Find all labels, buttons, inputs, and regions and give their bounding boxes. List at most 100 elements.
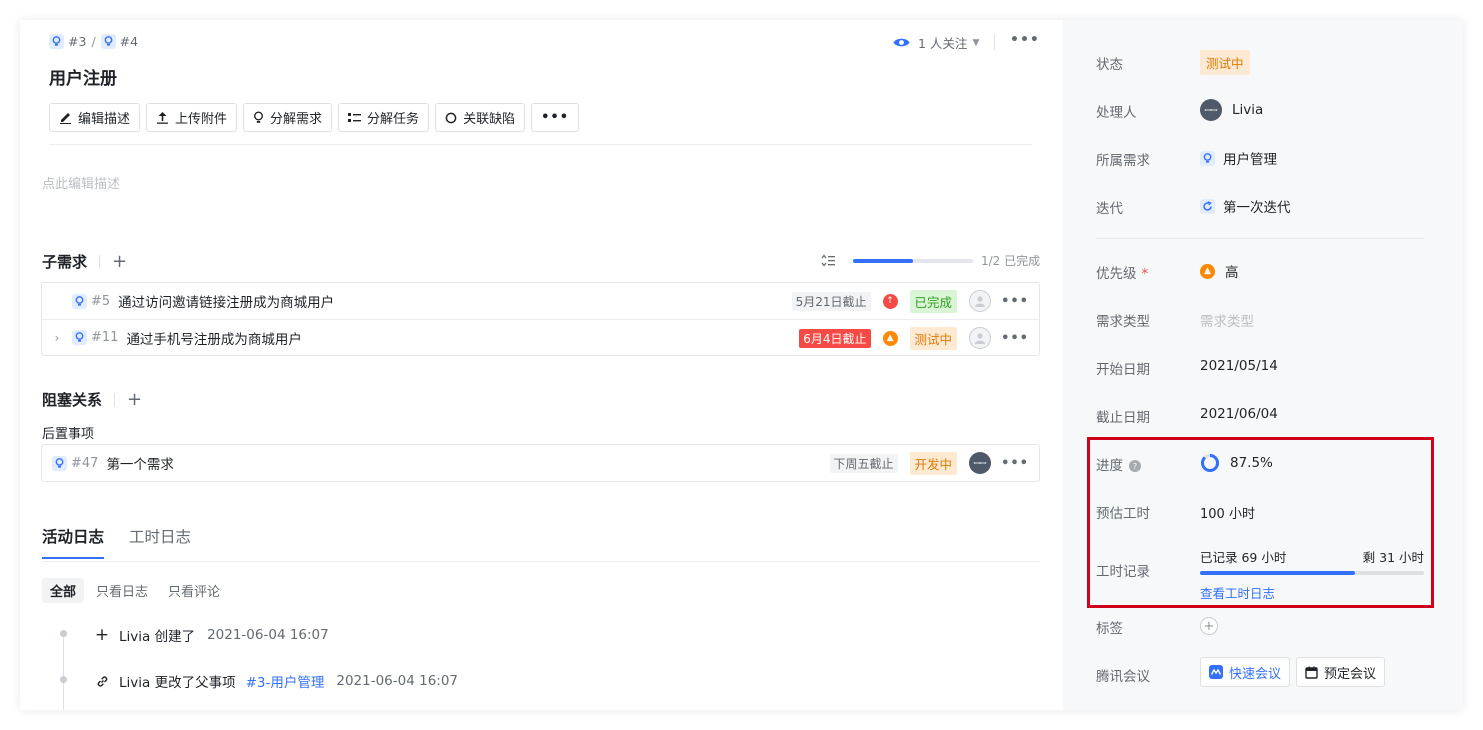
add-subreq-icon[interactable]: +	[112, 252, 127, 271]
due-badge-overdue[interactable]: 6月4日截止	[799, 328, 871, 348]
priority-value[interactable]: ▲ 高	[1200, 261, 1239, 281]
edit-description-button[interactable]: 编辑描述	[49, 103, 141, 132]
tab-worklog[interactable]: 工时日志	[129, 525, 191, 559]
expand-chevron-icon[interactable]: ›	[42, 331, 72, 345]
parent-requirement-label: 所属需求	[1096, 153, 1150, 169]
add-blocking-icon[interactable]: +	[127, 390, 142, 409]
more-options-icon[interactable]: •••	[1001, 456, 1029, 471]
description-placeholder[interactable]: 点此编辑描述	[42, 173, 120, 192]
due-badge[interactable]: 5月21日截止	[791, 291, 871, 311]
timeline-dot	[60, 630, 67, 637]
watch-button[interactable]: 1 人关注 ▼	[893, 33, 979, 52]
item-number: #11	[91, 330, 119, 345]
assignee-label: 处理人	[1096, 105, 1137, 121]
calendar-icon	[1305, 666, 1318, 679]
req-type-select[interactable]: 需求类型	[1200, 310, 1254, 330]
more-options-icon[interactable]: •••	[1001, 331, 1029, 346]
item-meta: 5月21日截止 ↑ 已完成 •••	[791, 283, 1029, 319]
divider	[114, 392, 116, 407]
filter-all[interactable]: 全部	[42, 578, 85, 603]
log-tabs: 活动日志 工时日志	[42, 525, 191, 559]
upload-attachment-button[interactable]: 上传附件	[146, 103, 238, 132]
split-task-button[interactable]: 分解任务	[338, 103, 430, 132]
filter-logs-only[interactable]: 只看日志	[88, 578, 156, 603]
quick-meeting-button[interactable]: 快速会议	[1200, 657, 1291, 687]
requirement-icon	[100, 34, 116, 49]
activity-text: Livia 创建了	[119, 629, 196, 645]
req-type-label: 需求类型	[1096, 314, 1150, 330]
priority-high-icon[interactable]: ▲	[882, 330, 898, 346]
schedule-meeting-button[interactable]: 预定会议	[1296, 657, 1386, 687]
tags-label: 标签	[1096, 621, 1123, 637]
breadcrumb-current: #4	[119, 34, 139, 49]
iteration-value[interactable]: 第一次迭代	[1200, 196, 1291, 216]
requirement-icon	[52, 455, 67, 471]
iteration-name: 第一次迭代	[1223, 200, 1291, 216]
main-panel: #3 / #4 1 人关注 ▼ ••• 用户注册 编辑描述 上传附件 分解需求 …	[20, 20, 1063, 710]
subreq-section-title: 子需求 +	[42, 251, 127, 272]
list-item[interactable]: #5 通过访问邀请链接注册成为商城用户 5月21日截止 ↑ 已完成 •••	[42, 283, 1039, 319]
blocking-section-title: 阻塞关系 +	[42, 389, 142, 410]
link-bug-button[interactable]: 关联缺陷	[435, 103, 526, 132]
requirement-icon	[1200, 150, 1215, 166]
activity-text: Livia 更改了父事项	[119, 675, 236, 691]
status-badge[interactable]: 测试中	[909, 326, 958, 350]
status-badge[interactable]: 测试中	[1200, 50, 1250, 75]
watch-count: 1 人关注	[918, 36, 968, 51]
add-tag-icon[interactable]: +	[1200, 617, 1218, 635]
end-date-value[interactable]: 2021/06/04	[1200, 406, 1278, 422]
due-badge[interactable]: 下周五截止	[829, 453, 898, 473]
divider	[1096, 238, 1424, 239]
item-name[interactable]: 第一个需求	[106, 453, 174, 473]
link-bug-label: 关联缺陷	[463, 112, 516, 127]
activity-item: Livia 更改了父事项 #3-用户管理 2021-06-04 16:07	[95, 671, 458, 691]
avatar[interactable]: ꟷꟷ	[969, 452, 992, 474]
avatar-placeholder-icon[interactable]	[969, 290, 992, 312]
subreq-progress-label: 1/2 已完成	[981, 254, 1041, 268]
blocking-list: #47 第一个需求 下周五截止 开发中 ꟷꟷ •••	[41, 444, 1040, 482]
end-date-label: 截止日期	[1096, 410, 1150, 426]
breadcrumb-separator: /	[91, 34, 96, 49]
split-task-label: 分解任务	[367, 112, 420, 127]
avatar-placeholder-icon[interactable]	[969, 327, 992, 349]
parent-requirement-value[interactable]: 用户管理	[1200, 148, 1277, 168]
activity-link[interactable]: #3-用户管理	[246, 671, 325, 691]
priority-text: 高	[1225, 265, 1239, 281]
meeting-label: 腾讯会议	[1096, 669, 1150, 685]
breadcrumb-parent[interactable]: #3	[68, 34, 86, 49]
split-requirement-button[interactable]: 分解需求	[243, 103, 333, 132]
caret-down-icon: ▼	[972, 37, 980, 48]
status-badge[interactable]: 已完成	[909, 289, 958, 313]
requirement-icon	[49, 34, 64, 49]
avatar: ꟷꟷ	[1200, 99, 1222, 121]
activity-time: 2021-06-04 16:07	[207, 627, 329, 643]
item-name[interactable]: 通过访问邀请链接注册成为商城用户	[118, 291, 334, 311]
more-options-icon[interactable]: •••	[1010, 32, 1040, 48]
start-date-value[interactable]: 2021/05/14	[1200, 358, 1278, 374]
upload-icon	[157, 112, 169, 124]
sort-icon[interactable]	[820, 254, 835, 267]
item-meta: 6月4日截止 ▲ 测试中 •••	[799, 320, 1029, 356]
status-badge[interactable]: 开发中	[909, 451, 958, 475]
meeting-buttons: 快速会议 预定会议	[1200, 657, 1391, 687]
filter-comments-only[interactable]: 只看评论	[160, 578, 228, 603]
list-item[interactable]: › #11 通过手机号注册成为商城用户 6月4日截止 ▲ 测试中 •••	[42, 319, 1039, 355]
toolbar-more-button[interactable]: •••	[531, 103, 580, 132]
tags-value: +	[1200, 617, 1218, 635]
tab-activity-log[interactable]: 活动日志	[42, 525, 105, 559]
timeline-dot	[60, 676, 67, 683]
priority-high-icon: ▲	[1200, 263, 1215, 279]
item-name[interactable]: 通过手机号注册成为商城用户	[126, 328, 302, 348]
blocking-title: 阻塞关系	[42, 391, 103, 409]
split-requirement-label: 分解需求	[270, 112, 323, 127]
priority-label-text: 优先级	[1096, 266, 1137, 282]
list-item[interactable]: #47 第一个需求 下周五截止 开发中 ꟷꟷ •••	[42, 445, 1039, 481]
subreq-progress-fill	[853, 258, 913, 263]
assignee-value[interactable]: ꟷꟷ Livia	[1200, 99, 1263, 121]
requirement-icon	[72, 330, 87, 345]
divider	[994, 34, 995, 50]
status-value[interactable]: 测试中	[1200, 50, 1250, 75]
more-options-icon[interactable]: •••	[1001, 294, 1029, 309]
priority-urgent-icon[interactable]: ↑	[882, 293, 898, 309]
breadcrumb: #3 / #4	[49, 34, 138, 49]
